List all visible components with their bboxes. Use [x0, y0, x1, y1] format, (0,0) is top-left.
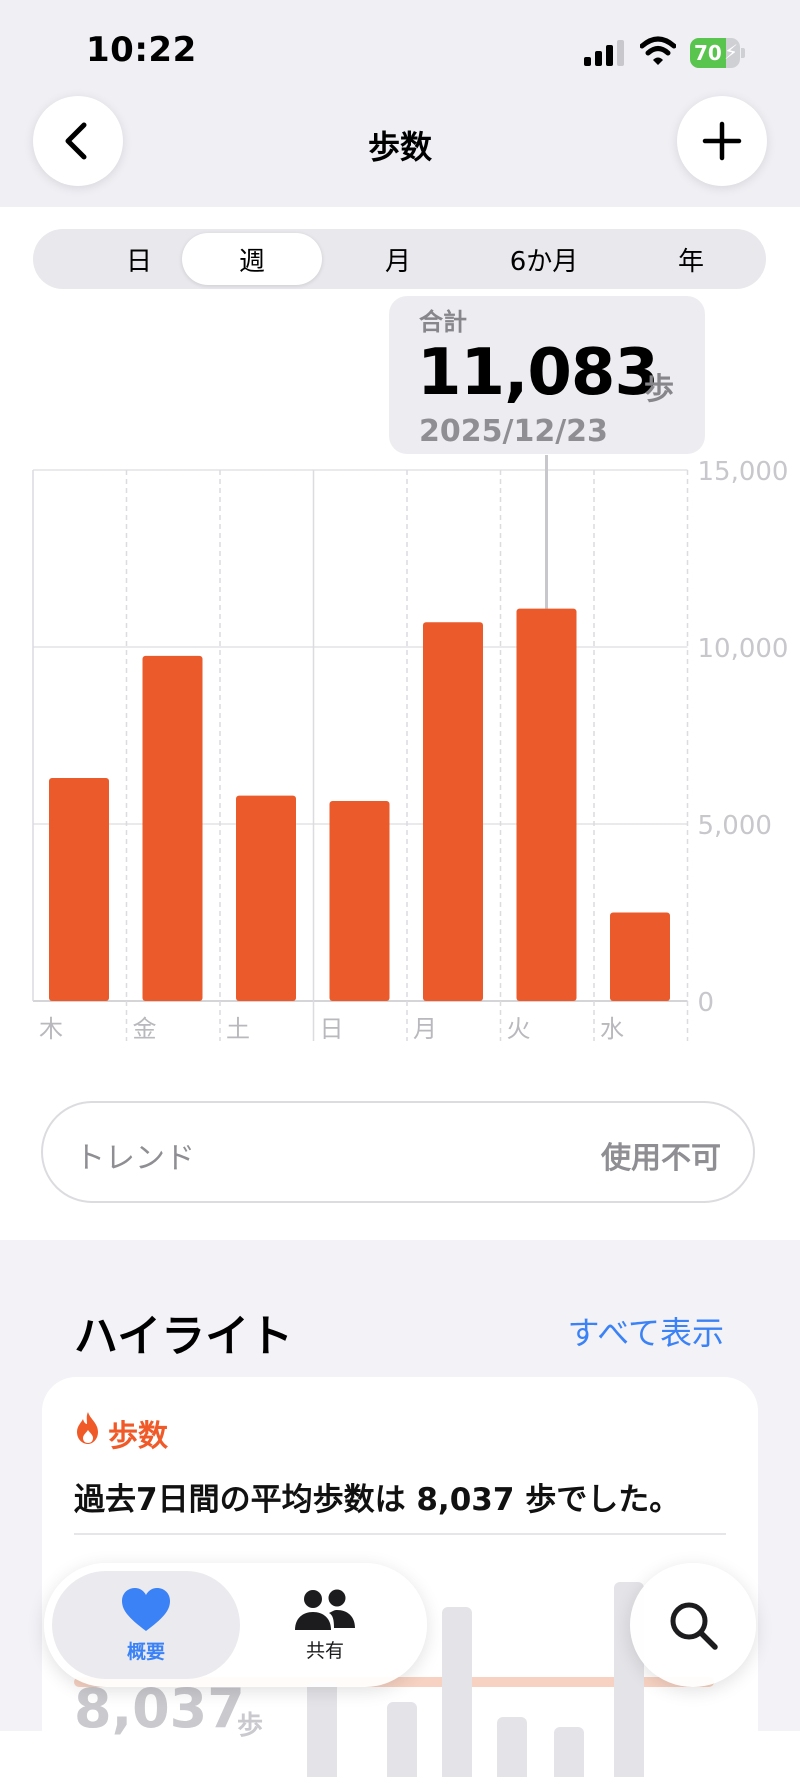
tooltip-date: 2025/12/23: [419, 414, 608, 449]
mini-bar: [387, 1702, 417, 1777]
heart-icon: [122, 1587, 170, 1631]
x-category-label: 日: [320, 1015, 344, 1043]
highlight-text: 過去7日間の平均歩数は 8,037 歩でした。: [74, 1482, 681, 1518]
bar-水: [610, 912, 670, 1001]
people-icon: [295, 1589, 355, 1630]
show-all-link[interactable]: すべて表示: [568, 1308, 724, 1354]
tooltip-value: 11,083: [417, 336, 659, 410]
mini-bar: [554, 1727, 584, 1777]
tab-bar: 概要 共有: [44, 1563, 427, 1687]
bar-金: [142, 655, 203, 1001]
battery-level: 70: [694, 41, 722, 65]
mini-bar: [497, 1717, 527, 1777]
divider: [74, 1533, 726, 1535]
bar-土: [236, 795, 296, 1001]
x-category-label: 月: [413, 1015, 437, 1043]
trend-label: トレンド: [75, 1141, 195, 1176]
charging-bolt-icon: ⚡: [724, 40, 739, 64]
flame-icon: [77, 1412, 98, 1444]
search-button[interactable]: [630, 1563, 756, 1687]
y-tick-label: 5,000: [698, 811, 772, 841]
highlight-average-unit: 歩: [237, 1711, 264, 1741]
tab-summary-label: 概要: [126, 1640, 165, 1663]
period-segmented-control: 日 週 月 6か月 年: [33, 229, 766, 289]
tooltip-label: 合計: [419, 308, 467, 336]
add-button[interactable]: [677, 96, 767, 186]
y-tick-label: 15,000: [698, 457, 789, 487]
x-category-label: 木: [39, 1015, 63, 1043]
battery-icon: 70 ⚡: [690, 38, 746, 68]
tooltip-unit: 歩: [644, 372, 674, 407]
status-time: 10:22: [86, 30, 197, 70]
highlight-category: 歩数: [108, 1419, 168, 1454]
plus-icon: [702, 121, 742, 161]
x-category-label: 火: [507, 1015, 531, 1043]
steps-bar-chart[interactable]: 15,000 10,000 5,000 0 木 金 土 日 月 火 水: [0, 430, 800, 1050]
segment-six-months[interactable]: 6か月: [474, 233, 614, 285]
x-category-label: 土: [226, 1015, 250, 1043]
y-tick-label: 0: [698, 988, 715, 1018]
selection-tooltip: 合計 11,083 歩 2025/12/23: [389, 296, 705, 454]
cellular-signal-icon: [584, 40, 624, 66]
segment-month[interactable]: 月: [328, 233, 468, 285]
wifi-icon: [640, 36, 676, 65]
tab-sharing-label: 共有: [305, 1639, 344, 1662]
trend-row[interactable]: トレンド 使用不可: [41, 1101, 755, 1203]
highlights-title: ハイライト: [74, 1311, 294, 1362]
x-category-label: 金: [133, 1015, 157, 1043]
tab-summary[interactable]: 概要: [52, 1571, 240, 1679]
bar-火: [516, 608, 577, 1001]
bar-日: [329, 800, 390, 1001]
tab-sharing[interactable]: 共有: [231, 1571, 419, 1679]
segment-year[interactable]: 年: [621, 233, 761, 285]
x-category-label: 水: [600, 1015, 624, 1043]
bar-木: [49, 777, 109, 1001]
trend-status: 使用不可: [601, 1141, 721, 1176]
segment-week[interactable]: 週: [182, 233, 322, 285]
mini-bar: [442, 1607, 472, 1777]
y-tick-label: 10,000: [698, 634, 789, 664]
search-icon: [670, 1602, 718, 1650]
bar-月: [423, 622, 483, 1001]
mini-bar: [307, 1682, 337, 1777]
